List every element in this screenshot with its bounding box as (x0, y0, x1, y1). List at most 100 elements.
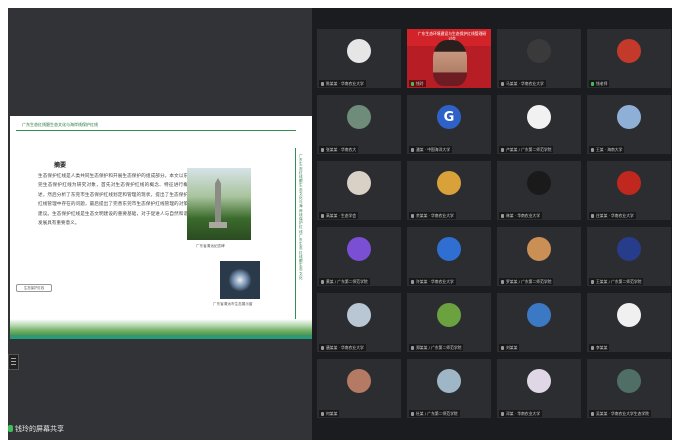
avatar (437, 303, 461, 327)
mic-icon (591, 81, 594, 86)
participant-name-text: 王某 · 海南大学 (596, 147, 623, 152)
slide-label-button[interactable]: 生态保护红线 (16, 284, 52, 292)
avatar (527, 237, 551, 261)
mic-icon (591, 345, 594, 350)
participant-tile[interactable]: 吴某某 · 华南农业大学生态学院 (587, 359, 671, 418)
participant-tile[interactable]: 陈某某 · 华南农业大学 (317, 29, 401, 88)
participant-name: 林某 · 华南农业大学 (499, 212, 542, 219)
mic-icon (501, 345, 504, 350)
avatar (527, 105, 551, 129)
avatar (527, 171, 551, 195)
participant-name: 杜某 / 广东第二师范学院 (409, 410, 460, 417)
participant-name-text: 何某某 (326, 411, 338, 416)
panel-collapse-handle-icon[interactable] (8, 354, 19, 370)
mic-icon (591, 279, 594, 284)
participant-name-text: 吴某某 · 华南农业大学生态学院 (596, 411, 649, 416)
participant-tile[interactable]: 唐某某 · 华南农业大学 (317, 293, 401, 352)
participant-name: 张某某 · 华南农大 (319, 146, 359, 153)
participant-tile[interactable]: 郑某某 / 广东第二师范学院 (407, 293, 491, 352)
participant-name: 唐某某 · 华南农业大学 (319, 344, 366, 351)
participant-tile[interactable]: 罗某某 / 广东第二师范学院 (497, 227, 581, 286)
participant-tile[interactable]: 广东生态环境建设与生态保护红线管理研讨会 钱玲 (407, 29, 491, 88)
participant-name-text: 张某某 · 华南农大 (326, 147, 357, 152)
participant-name: 罗某某 / 广东第二师范学院 (499, 278, 554, 285)
participant-name: 郑某某 / 广东第二师范学院 (409, 344, 464, 351)
participant-tile[interactable]: 黄某 / 广东第二师范学院 (317, 227, 401, 286)
mic-icon (591, 147, 594, 152)
participant-tile[interactable]: 余某某 · 华南农业大学 (407, 161, 491, 220)
participant-name: 吴某某 · 华南农业大学生态学院 (589, 410, 651, 417)
avatar (527, 369, 551, 393)
participant-tile[interactable]: 钱老师 (587, 29, 671, 88)
participant-tile[interactable]: 庄某某 · 华南农业大学 (587, 161, 671, 220)
avatar (347, 303, 371, 327)
avatar (347, 39, 371, 63)
participant-tile[interactable]: 邓某 · 华南农业大学 (497, 359, 581, 418)
participant-name-text: 罗某某 / 广东第二师范学院 (506, 279, 552, 284)
meeting-window: 广东生态红线跟生态文化与海岸线保护红线 摘要 生态保护红线是人类共同生态保护和开… (8, 8, 672, 440)
participant-name: 余某某 · 华南农业大学 (409, 212, 456, 219)
participant-name: 卢某某 / 广东第二师范学院 (499, 146, 554, 153)
avatar (617, 171, 641, 195)
participant-name: 陈某某 · 华南农业大学 (319, 80, 366, 87)
participant-tile[interactable]: 卢某某 / 广东第二师范学院 (497, 95, 581, 154)
slide-heading: 摘要 (54, 162, 67, 169)
photo2-caption: 广东省清远市生态展示窗 (213, 302, 253, 306)
participant-name-text: 陈某某 · 华南农业大学 (326, 81, 364, 86)
participant-name-text: 王某某 / 广东第二师范学院 (596, 279, 642, 284)
avatar (437, 237, 461, 261)
participant-name-text: 钱玲 (416, 81, 424, 86)
slide-title-divider (16, 130, 296, 131)
exhibit-glow (228, 269, 252, 291)
participant-tile[interactable]: 何某某 (317, 359, 401, 418)
mic-icon (501, 147, 504, 152)
mic-icon (591, 411, 594, 416)
participant-tile[interactable]: 王某某 / 广东第二师范学院 (587, 227, 671, 286)
exhibit-photo (220, 261, 260, 299)
screen-share-panel: 广东生态红线跟生态文化与海岸线保护红线 摘要 生态保护红线是人类共同生态保护和开… (8, 8, 312, 440)
participant-tile[interactable]: 许某某 · 华南农业大学 (407, 227, 491, 286)
avatar (617, 303, 641, 327)
participant-name-text: 李某某 (596, 345, 608, 350)
avatar (347, 369, 371, 393)
participant-name-text: 林某 · 华南农业大学 (506, 213, 540, 218)
participant-tile[interactable]: 林某 · 华南农业大学 (497, 161, 581, 220)
mic-icon (321, 411, 324, 416)
participant-tile[interactable]: 张某某 · 华南农大 (317, 95, 401, 154)
mic-icon (411, 213, 414, 218)
avatar: G (437, 105, 461, 129)
avatar (347, 171, 371, 195)
participant-name: 潘某 · 中国海洋大学 (409, 146, 452, 153)
participant-tile[interactable]: 高某某 · 生态学会 (317, 161, 401, 220)
avatar (527, 39, 551, 63)
participant-name: 李某某 (589, 344, 610, 351)
avatar-initial: G (443, 109, 455, 125)
obelisk-shape (215, 178, 221, 224)
participant-tile[interactable]: G 潘某 · 中国海洋大学 (407, 95, 491, 154)
avatar (527, 303, 551, 327)
speaker-video (433, 40, 467, 86)
participant-tile[interactable]: 王某 · 海南大学 (587, 95, 671, 154)
mic-icon (321, 213, 324, 218)
participant-tile[interactable]: 杜某 / 广东第二师范学院 (407, 359, 491, 418)
participant-name: 邓某 · 华南农业大学 (499, 410, 542, 417)
participant-name-text: 黄某 / 广东第二师范学院 (326, 279, 368, 284)
monument-photo (187, 168, 251, 240)
mic-icon (501, 81, 504, 86)
participant-name-text: 高某某 · 生态学会 (326, 213, 357, 218)
mic-icon (411, 147, 414, 152)
mic-icon (411, 411, 414, 416)
participant-name: 王某某 / 广东第二师范学院 (589, 278, 644, 285)
participant-tile[interactable]: 马某某 · 华南农业大学 (497, 29, 581, 88)
slide-title: 广东生态红线跟生态文化与海岸线保护红线 (22, 122, 98, 127)
avatar (617, 39, 641, 63)
mic-icon (411, 81, 414, 86)
participant-name-text: 马某某 · 华南农业大学 (506, 81, 544, 86)
share-status-text: 钱玲的屏幕共享 (15, 425, 64, 433)
participant-name-text: 郑某某 / 广东第二师范学院 (416, 345, 462, 350)
participant-tile[interactable]: 李某某 (587, 293, 671, 352)
share-mic-icon (8, 425, 13, 432)
participant-tile[interactable]: 刘某某 (497, 293, 581, 352)
participant-name-text: 唐某某 · 华南农业大学 (326, 345, 364, 350)
slide-footer-bar (10, 335, 312, 339)
